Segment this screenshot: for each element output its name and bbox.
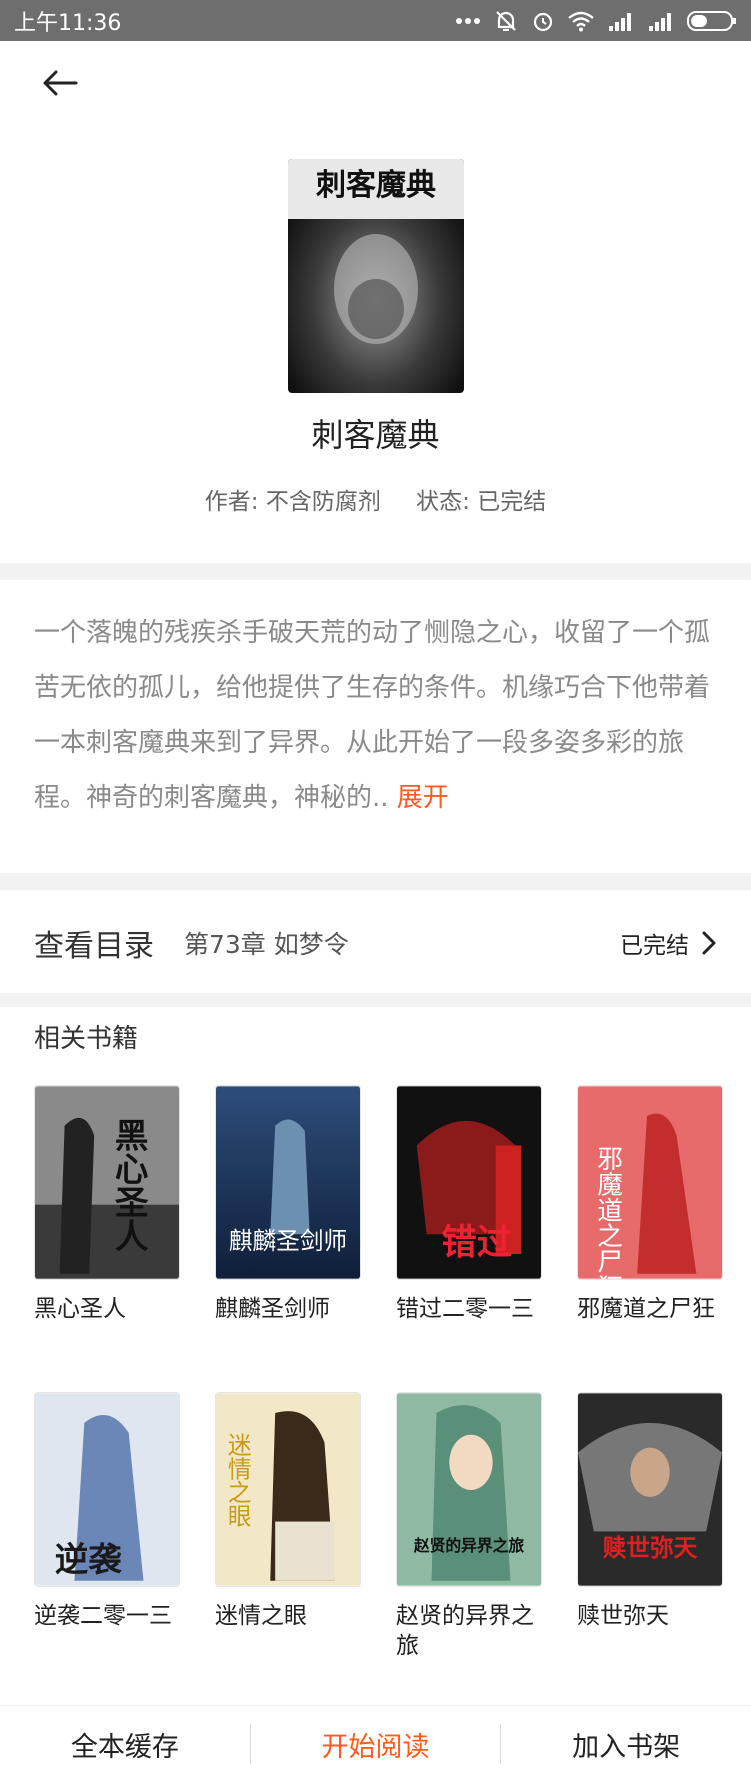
related-book-name: 错过二零一三 — [396, 1296, 534, 1322]
related-book-item[interactable]: 麒麟圣剑师 麒麟圣剑师 — [215, 1085, 361, 1324]
status-label: 状态: 已完结 — [416, 489, 547, 515]
related-book-cover: 邪魔道之尸狂 — [577, 1085, 723, 1280]
related-book-item[interactable]: 黑心圣人 黑心圣人 — [34, 1085, 180, 1324]
description-text: 一个落魄的残疾杀手破天荒的动了恻隐之心，收留了一个孤苦无依的孤儿，给他提供了生存… — [34, 618, 711, 813]
related-book-name: 赵贤的异界之旅 — [396, 1603, 534, 1659]
signal-icon-2 — [647, 10, 675, 32]
more-dots-icon — [455, 16, 481, 26]
svg-text:邪魔道之尸狂: 邪魔道之尸狂 — [593, 1146, 623, 1279]
related-book-name: 麒麟圣剑师 — [215, 1296, 330, 1322]
svg-text:错过: 错过 — [441, 1222, 513, 1263]
related-book-cover: 逆袭 — [34, 1392, 180, 1587]
book-description[interactable]: 一个落魄的残疾杀手破天荒的动了恻隐之心，收留了一个孤苦无依的孤儿，给他提供了生存… — [34, 606, 724, 826]
chevron-right-icon — [702, 931, 716, 955]
book-meta: 作者: 不含防腐剂 状态: 已完结 — [0, 482, 751, 516]
related-book-item[interactable]: 错过 错过二零一三 — [396, 1085, 542, 1324]
related-book-name: 赎世弥天 — [577, 1603, 669, 1629]
related-book-item[interactable]: 赵贤的异界之旅 赵贤的异界之旅 — [396, 1392, 542, 1661]
related-book-cover: 错过 — [396, 1085, 542, 1280]
cover-title-text: 刺客魔典 — [316, 168, 436, 203]
svg-text:赵贤的异界之旅: 赵贤的异界之旅 — [413, 1536, 525, 1555]
related-book-name: 黑心圣人 — [34, 1296, 126, 1322]
expand-link[interactable]: 展开 — [397, 783, 449, 813]
author-label: 作者: 不含防腐剂 — [204, 489, 381, 515]
svg-text:赎世弥天: 赎世弥天 — [603, 1534, 698, 1562]
catalog-status: 已完结 — [620, 933, 689, 959]
related-book-cover: 麒麟圣剑师 — [215, 1085, 361, 1280]
back-button[interactable] — [36, 62, 84, 104]
cache-full-book-button[interactable]: 全本缓存 — [0, 1725, 250, 1764]
back-arrow-icon — [43, 70, 78, 96]
section-divider — [0, 563, 751, 580]
status-bar: 上午11:36 — [0, 0, 751, 41]
add-to-shelf-button[interactable]: 加入书架 — [501, 1725, 751, 1764]
book-title: 刺客魔典 — [311, 416, 440, 454]
section-divider — [0, 873, 751, 890]
related-book-cover: 赵贤的异界之旅 — [396, 1392, 542, 1587]
related-book-name: 邪魔道之尸狂 — [577, 1296, 715, 1322]
status-time: 上午11:36 — [14, 10, 122, 36]
svg-text:迷情之眼: 迷情之眼 — [224, 1433, 252, 1528]
related-book-name: 迷情之眼 — [215, 1603, 307, 1629]
signal-icon — [607, 10, 635, 32]
related-book-cover: 赎世弥天 — [577, 1392, 723, 1587]
section-divider — [0, 993, 751, 1007]
battery-icon — [687, 10, 737, 32]
related-book-name: 逆袭二零一三 — [34, 1603, 172, 1629]
related-book-item[interactable]: 邪魔道之尸狂 邪魔道之尸狂 — [577, 1085, 723, 1324]
alarm-icon — [531, 9, 555, 33]
bottom-action-bar: 全本缓存 开始阅读 加入书架 — [0, 1705, 751, 1782]
mute-icon — [493, 8, 519, 34]
wifi-icon — [567, 10, 595, 32]
related-book-cover: 迷情之眼 — [215, 1392, 361, 1587]
latest-chapter: 第73章 如梦令 — [184, 930, 349, 959]
catalog-row[interactable]: 查看目录 第73章 如梦令 已完结 — [0, 893, 751, 993]
book-cover[interactable]: 刺客魔典 — [288, 159, 464, 393]
svg-text:逆袭: 逆袭 — [55, 1540, 123, 1579]
related-book-item[interactable]: 赎世弥天 赎世弥天 — [577, 1392, 723, 1631]
related-book-cover: 黑心圣人 — [34, 1085, 180, 1280]
related-book-item[interactable]: 逆袭 逆袭二零一三 — [34, 1392, 180, 1631]
svg-text:黑心圣人: 黑心圣人 — [109, 1118, 148, 1252]
start-reading-button[interactable]: 开始阅读 — [251, 1725, 501, 1764]
svg-text:麒麟圣剑师: 麒麟圣剑师 — [229, 1227, 347, 1255]
related-book-item[interactable]: 迷情之眼 迷情之眼 — [215, 1392, 361, 1631]
catalog-label: 查看目录 — [34, 929, 154, 964]
related-books-title: 相关书籍 — [34, 1024, 139, 1054]
